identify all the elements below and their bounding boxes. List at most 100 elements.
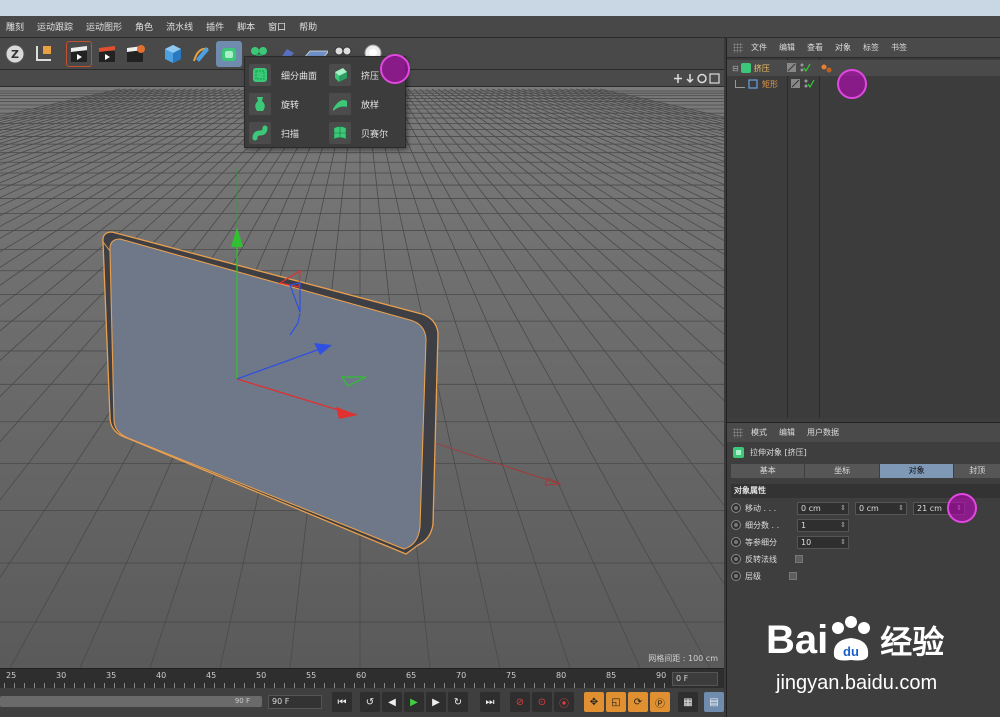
viewport-nav-icons[interactable] <box>672 72 720 85</box>
frame-range-slider[interactable]: 90 F <box>0 696 262 707</box>
play-button[interactable]: ▶ <box>404 692 424 712</box>
undo-button[interactable]: Z <box>2 41 28 67</box>
om-menu-file[interactable]: 文件 <box>751 42 767 53</box>
undo-icon: Z <box>5 44 25 64</box>
om-menu-tags[interactable]: 标签 <box>863 42 879 53</box>
timeline-ruler[interactable]: 25 30 35 40 45 50 55 60 65 70 75 80 85 9… <box>0 668 724 689</box>
tab-object[interactable]: 对象 <box>879 464 954 478</box>
panel-grip-icon[interactable] <box>733 427 743 438</box>
click-highlight-marker <box>380 54 410 84</box>
om-menu-bookmarks[interactable]: 书签 <box>891 42 907 53</box>
next-keyframe-button[interactable]: ↻ <box>448 692 468 712</box>
window-titlebar <box>0 0 1000 16</box>
cube-primitive-button[interactable] <box>160 41 186 67</box>
timeline-tick: 85 <box>606 671 617 680</box>
menu-item-lathe[interactable]: 旋转 <box>249 91 299 117</box>
om-menu-edit[interactable]: 编辑 <box>779 42 795 53</box>
tab-basic[interactable]: 基本 <box>731 464 805 478</box>
nurbs-generator-button[interactable] <box>216 41 242 67</box>
menu-item-subdivision-surface[interactable]: 细分曲面 <box>249 62 317 88</box>
timeline-tick: 40 <box>156 671 167 680</box>
autokey-icon: ⊙ <box>537 696 547 708</box>
coordinate-system-button[interactable] <box>30 41 56 67</box>
om-menu-view[interactable]: 查看 <box>807 42 823 53</box>
key-rotation-button[interactable]: ⟳ <box>628 692 648 712</box>
key-pla-button[interactable]: ▦ <box>678 692 698 712</box>
menu-script[interactable]: 脚本 <box>237 20 255 33</box>
menu-item-loft[interactable]: 放样 <box>329 91 379 117</box>
extrude-icon <box>222 48 236 61</box>
object-name[interactable]: 挤压 <box>754 63 784 74</box>
menu-mograph[interactable]: 运动图形 <box>86 20 122 33</box>
parameter-icon: Ⓟ <box>655 698 665 710</box>
current-frame-field[interactable]: 0 F <box>672 672 718 686</box>
subdivisions-field[interactable]: 1 <box>797 518 849 532</box>
end-frame-field[interactable]: 90 F <box>268 695 322 709</box>
render-picture-viewer-button[interactable] <box>94 41 120 67</box>
prev-frame-button[interactable]: ◀ <box>382 692 402 712</box>
am-menu-user-data[interactable]: 用户数据 <box>807 427 839 438</box>
menu-motion-tracking[interactable]: 运动跟踪 <box>37 20 73 33</box>
key-parameter-button[interactable]: Ⓟ <box>650 692 670 712</box>
menu-pipeline[interactable]: 流水线 <box>166 20 193 33</box>
animate-radio[interactable] <box>731 520 741 530</box>
tree-connector <box>735 80 745 88</box>
bezier-icon <box>329 122 351 144</box>
tree-minus-icon: ⊟ <box>732 63 739 73</box>
clapper-gear-icon <box>127 45 145 62</box>
move-y-field[interactable]: 0 cm <box>855 501 907 515</box>
next-frame-button[interactable]: ▶ <box>426 692 446 712</box>
am-menu-edit[interactable]: 编辑 <box>779 427 795 438</box>
3d-viewport[interactable]: 网格间距 : 100 cm <box>0 70 724 668</box>
timeline-window-button[interactable]: ▤ <box>704 692 724 712</box>
animate-radio[interactable] <box>731 571 741 581</box>
tab-coordinates[interactable]: 坐标 <box>805 464 879 478</box>
visibility-toggle-icon[interactable] <box>786 63 811 73</box>
menu-item-bezier[interactable]: 贝赛尔 <box>329 120 388 146</box>
timeline-tick: 70 <box>456 671 467 680</box>
animate-radio[interactable] <box>731 503 741 513</box>
go-to-end-button[interactable]: ⏭ <box>480 692 500 712</box>
animate-radio[interactable] <box>731 554 741 564</box>
autokey-button[interactable]: ⊙ <box>532 692 552 712</box>
menu-sculpt[interactable]: 雕刻 <box>6 20 24 33</box>
pen-spline-button[interactable] <box>188 41 214 67</box>
axis-icon <box>36 46 51 61</box>
timeline-tick: 30 <box>56 671 67 680</box>
key-scale-button[interactable]: ◱ <box>606 692 626 712</box>
am-menu-mode[interactable]: 模式 <box>751 427 767 438</box>
timeline-tick: 45 <box>206 671 217 680</box>
key-selection-button[interactable]: ⦿ <box>554 692 574 712</box>
hierarchical-checkbox[interactable] <box>789 572 797 580</box>
render-settings-button[interactable] <box>122 41 148 67</box>
menu-item-extrude[interactable]: 挤压 <box>329 62 379 88</box>
prev-keyframe-button[interactable]: ↺ <box>360 692 380 712</box>
isoparm-field[interactable]: 10 <box>797 535 849 549</box>
menu-help[interactable]: 帮助 <box>299 20 317 33</box>
column-divider <box>819 58 820 418</box>
timeline-tick: 75 <box>506 671 517 680</box>
om-menu-objects[interactable]: 对象 <box>835 42 851 53</box>
menu-plugins[interactable]: 插件 <box>206 20 224 33</box>
flip-normals-checkbox[interactable] <box>795 555 803 563</box>
main-menubar: 雕刻 运动跟踪 运动图形 角色 流水线 插件 脚本 窗口 帮助 <box>0 16 1000 38</box>
animate-radio[interactable] <box>731 537 741 547</box>
viewport-scene[interactable] <box>0 87 724 668</box>
record-active-button[interactable]: ⊘ <box>510 692 530 712</box>
tab-caps[interactable]: 封顶 <box>954 464 1000 478</box>
grid-spacing-label: 网格间距 : 100 cm <box>648 654 718 663</box>
menu-window[interactable]: 窗口 <box>268 20 286 33</box>
object-name[interactable]: 矩形 <box>762 79 789 90</box>
go-to-start-button[interactable]: ⏮ <box>332 692 352 712</box>
playback-bar: 90 F 90 F ⏮ ↺ ◀ ▶ ▶ ↻ ⏭ ⊘ ⊙ ⦿ ✥ ◱ ⟳ Ⓟ ▦ … <box>0 688 724 717</box>
render-view-button[interactable] <box>66 41 92 67</box>
move-x-field[interactable]: 0 cm <box>797 501 849 515</box>
panel-grip-icon[interactable] <box>733 42 743 53</box>
timeline-tick: 65 <box>406 671 417 680</box>
step-forward-icon: ▶ <box>432 696 440 708</box>
menu-item-sweep[interactable]: 扫描 <box>249 120 299 146</box>
menu-character[interactable]: 角色 <box>135 20 153 33</box>
visibility-toggle-icon[interactable] <box>791 79 815 89</box>
phong-tag-icon[interactable] <box>821 63 833 73</box>
key-position-button[interactable]: ✥ <box>584 692 604 712</box>
